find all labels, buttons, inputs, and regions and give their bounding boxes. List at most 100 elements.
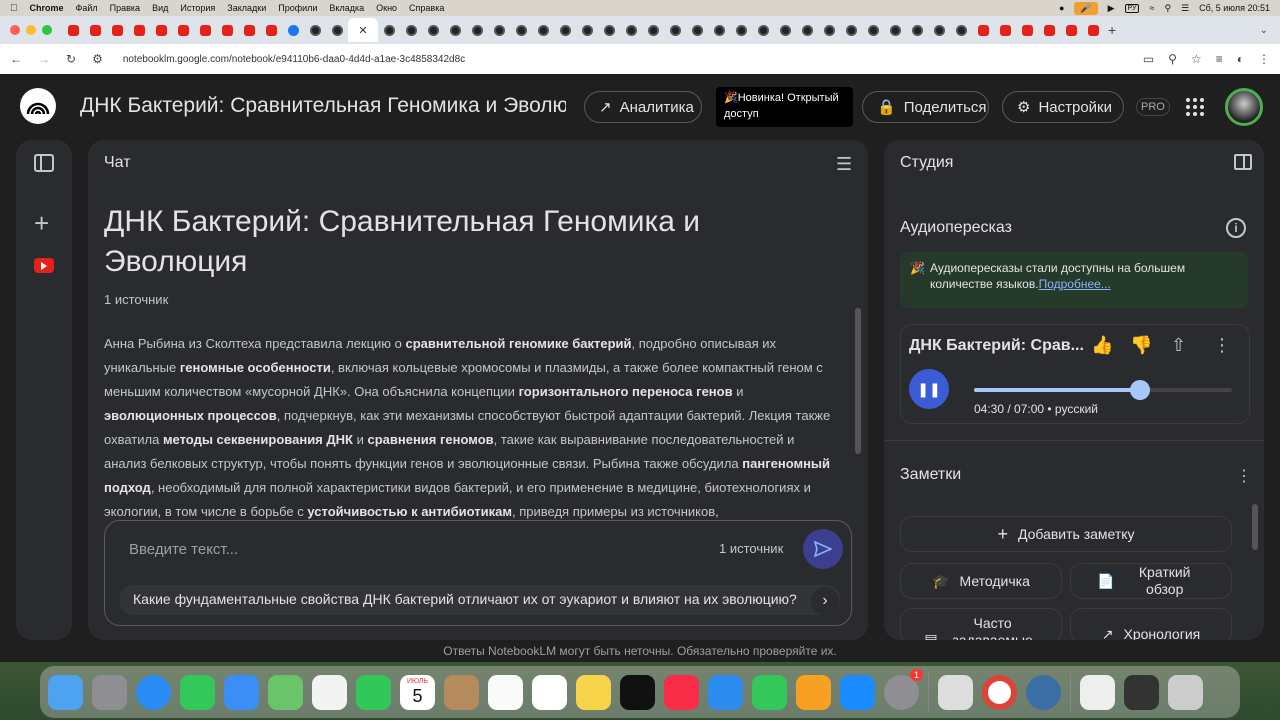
browser-tab[interactable] [994, 20, 1016, 40]
system-settings-icon[interactable]: 1 [884, 668, 923, 710]
youtube-source-icon[interactable] [34, 258, 54, 273]
browser-tab[interactable] [282, 20, 304, 40]
avatar[interactable] [1225, 88, 1263, 126]
chat-settings-icon[interactable]: ☰ [836, 154, 852, 175]
chrome-icon[interactable] [982, 674, 1017, 710]
browser-tab[interactable] [532, 20, 554, 40]
tab-active[interactable]: ✕ [348, 18, 378, 42]
quicktime-icon[interactable] [1026, 674, 1061, 710]
menu-view[interactable]: Вид [152, 3, 168, 13]
share-icon[interactable]: ⇧ [1171, 335, 1186, 356]
study-guide-button[interactable]: 🎓 Методичка [900, 563, 1062, 599]
browser-tab[interactable] [326, 20, 348, 40]
browser-tab[interactable] [400, 20, 422, 40]
briefing-button[interactable]: 📄 Краткий обзор [1070, 563, 1232, 599]
spotlight-icon[interactable]: ⚲ [1164, 3, 1171, 14]
reload-icon[interactable]: ↻ [66, 52, 76, 66]
timeline-button[interactable]: ↗ Хронология [1070, 608, 1232, 640]
expand-sources-icon[interactable] [34, 154, 54, 172]
browser-tab[interactable] [422, 20, 444, 40]
menu-file[interactable]: Файл [76, 3, 98, 13]
analytics-button[interactable]: ↗ Аналитика [584, 91, 702, 123]
cast-icon[interactable]: ▭ [1143, 52, 1154, 66]
browser-tab[interactable] [620, 20, 642, 40]
browser-tab[interactable] [774, 20, 796, 40]
forward-icon[interactable]: → [38, 52, 50, 66]
menubar-clock[interactable]: Сб, 5 июля 20:51 [1199, 3, 1270, 13]
app-store-icon[interactable] [840, 674, 875, 710]
browser-tab[interactable] [818, 20, 840, 40]
browser-tab[interactable] [862, 20, 884, 40]
browser-tab[interactable] [752, 20, 774, 40]
safari-icon[interactable] [136, 674, 171, 710]
notebook-title[interactable]: ДНК Бактерий: Сравнительная Геномика и Э… [80, 94, 566, 118]
menu-profiles[interactable]: Профили [278, 3, 317, 13]
browser-tab[interactable] [730, 20, 752, 40]
browser-tab[interactable] [950, 20, 972, 40]
browser-tab[interactable] [488, 20, 510, 40]
calendar-icon[interactable]: ИЮЛЬ 5 [400, 674, 435, 710]
browser-tab[interactable] [444, 20, 466, 40]
browser-tab[interactable] [1060, 20, 1082, 40]
browser-tab[interactable] [1082, 20, 1104, 40]
new-tab-icon[interactable]: + [1108, 22, 1116, 38]
notes-menu-icon[interactable]: ⋮ [1236, 466, 1252, 486]
bookmark-star-icon[interactable]: ☆ [1191, 52, 1202, 66]
mail-icon[interactable] [224, 674, 259, 710]
browser-tab[interactable] [708, 20, 730, 40]
close-window-icon[interactable] [10, 25, 20, 35]
suggested-question[interactable]: Какие фундаментальные свойства ДНК бакте… [119, 585, 841, 615]
menu-tab[interactable]: Вкладка [329, 3, 364, 13]
browser-tab[interactable] [686, 20, 708, 40]
launchpad-icon[interactable] [92, 674, 127, 710]
preview-icon[interactable] [938, 674, 973, 710]
wifi-icon[interactable]: ≈ [1149, 3, 1154, 13]
add-source-icon[interactable]: + [34, 210, 49, 236]
thumbs-down-icon[interactable]: 👎 [1130, 335, 1152, 356]
browser-tab[interactable] [194, 20, 216, 40]
apps-grid-icon[interactable] [1186, 98, 1204, 116]
minimize-window-icon[interactable] [26, 25, 36, 35]
learn-more-link[interactable]: Подробнее... [1039, 277, 1111, 291]
menu-edit[interactable]: Правка [110, 3, 140, 13]
chevron-right-icon[interactable]: › [811, 587, 839, 615]
microphone-icon[interactable]: 🎤 [1074, 1, 1098, 15]
keynote-icon[interactable] [708, 674, 743, 710]
browser-tab[interactable] [906, 20, 928, 40]
close-tab-icon[interactable]: ✕ [358, 24, 367, 37]
play-status-icon[interactable]: ▶ [1108, 3, 1115, 14]
browser-tab[interactable] [554, 20, 576, 40]
browser-tab[interactable] [510, 20, 532, 40]
browser-tab[interactable] [378, 20, 400, 40]
chat-input[interactable]: Введите текст... [129, 541, 238, 558]
notes-icon[interactable] [576, 674, 611, 710]
app-menu-chrome[interactable]: Chrome [30, 3, 64, 13]
add-note-button[interactable]: + Добавить заметку [900, 516, 1232, 552]
reminders-icon[interactable] [488, 674, 523, 710]
back-icon[interactable]: ← [10, 52, 22, 66]
record-icon[interactable]: ● [1059, 3, 1064, 13]
browser-tab[interactable] [216, 20, 238, 40]
browser-tab[interactable] [466, 20, 488, 40]
browser-tab[interactable] [84, 20, 106, 40]
browser-tab[interactable] [664, 20, 686, 40]
browser-tab[interactable] [884, 20, 906, 40]
send-button[interactable] [803, 529, 843, 569]
zoom-window-icon[interactable] [42, 25, 52, 35]
chat-scrollbar[interactable] [855, 308, 861, 454]
menu-history[interactable]: История [180, 3, 215, 13]
browser-tab[interactable] [840, 20, 862, 40]
browser-tab[interactable] [972, 20, 994, 40]
maps-icon[interactable] [268, 674, 303, 710]
finder-icon[interactable] [48, 674, 83, 710]
menu-help[interactable]: Справка [409, 3, 444, 13]
apple-tv-icon[interactable] [620, 674, 655, 710]
audio-progress-thumb[interactable] [1129, 380, 1150, 400]
messages-icon[interactable] [180, 674, 215, 710]
browser-menu-icon[interactable]: ⋮ [1258, 52, 1270, 66]
photos-icon[interactable] [312, 674, 347, 710]
address-bar[interactable]: notebooklm.google.com/notebook/e94110b6-… [123, 54, 465, 65]
browser-tab[interactable] [106, 20, 128, 40]
browser-tab[interactable] [576, 20, 598, 40]
notebooklm-logo-icon[interactable] [20, 88, 56, 124]
